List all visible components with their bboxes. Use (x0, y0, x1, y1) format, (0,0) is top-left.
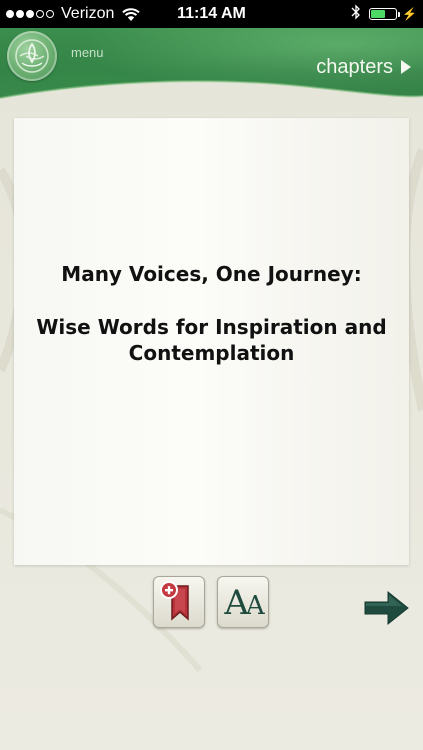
chevron-right-icon (401, 60, 411, 74)
add-bookmark-icon (160, 581, 189, 621)
font-size-icon: AA (224, 583, 264, 623)
status-bar: Verizon 11:14 AM ⚡ (0, 0, 423, 28)
chapters-label: chapters (316, 55, 393, 78)
charging-icon: ⚡ (402, 7, 417, 21)
battery-level (371, 10, 386, 18)
menu-button[interactable]: menu (71, 45, 104, 60)
next-page-button[interactable] (362, 588, 412, 628)
add-bookmark-button[interactable] (153, 576, 205, 628)
bluetooth-icon (351, 3, 361, 25)
battery-nub (398, 11, 401, 17)
battery-icon (369, 8, 398, 20)
page-card: Many Voices, One Journey: Wise Words for… (14, 118, 409, 565)
book-subtitle: Wise Words for Inspiration and Contempla… (36, 315, 387, 365)
chapters-button[interactable]: chapters (316, 54, 411, 80)
font-size-button[interactable]: AA (217, 576, 269, 628)
status-right: ⚡ (351, 3, 417, 25)
book-title: Many Voices, One Journey: (61, 262, 362, 286)
arrow-right-icon (364, 590, 409, 626)
app-header: menu chapters (0, 28, 423, 110)
lotus-logo-icon[interactable] (7, 31, 57, 81)
